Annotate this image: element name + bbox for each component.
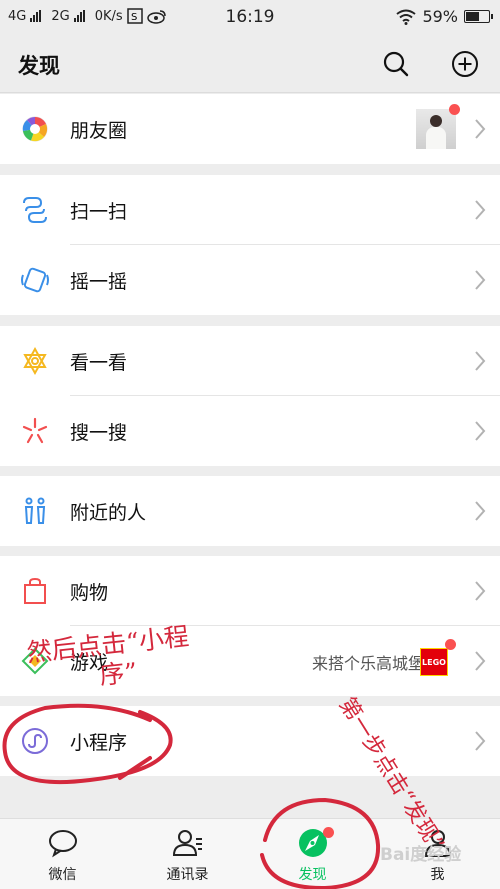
moments-aperture-icon <box>22 116 48 142</box>
menu-item-scan[interactable]: 扫一扫 <box>0 175 500 245</box>
tab-chats[interactable]: 微信 <box>0 819 125 889</box>
menu-item-people-nearby[interactable]: 附近的人 <box>0 476 500 546</box>
search-sparkle-icon <box>22 417 48 444</box>
menu-item-shopping[interactable]: 购物 <box>0 556 500 626</box>
tab-label-me: 我 <box>430 867 445 883</box>
battery-percent: 59% <box>422 7 458 26</box>
menu-label-mini-programs: 小程序 <box>70 732 128 754</box>
me-icon <box>424 830 452 857</box>
bottom-tab-bar: 微信 通讯录 发现 我 <box>0 818 500 889</box>
shake-icon <box>21 267 49 293</box>
menu-label-games: 游戏 <box>70 652 109 674</box>
games-icon <box>21 647 49 675</box>
scan-icon <box>23 197 47 223</box>
top-bar: 发现 <box>0 36 500 93</box>
menu-label-moments: 朋友圈 <box>70 120 128 142</box>
menu-item-shake[interactable]: 摇一摇 <box>0 245 500 315</box>
contacts-icon <box>172 830 202 856</box>
tab-label-chats: 微信 <box>48 867 77 883</box>
chevron-right-icon <box>475 731 486 751</box>
moments-avatar-thumbnail <box>416 109 456 149</box>
unread-dot <box>445 639 456 650</box>
people-nearby-icon <box>24 497 46 524</box>
shopping-bag-icon <box>24 577 46 604</box>
status-right: 59% <box>396 7 493 26</box>
tab-discover[interactable]: 发现 <box>250 819 375 889</box>
chevron-right-icon <box>475 581 486 601</box>
top-stories-icon <box>23 346 47 376</box>
group-mini-programs: 小程序 <box>0 706 500 776</box>
search-icon[interactable] <box>381 49 411 79</box>
mini-program-icon <box>22 728 48 754</box>
plus-circle-icon[interactable] <box>450 49 480 79</box>
tab-me[interactable]: 我 <box>375 819 500 889</box>
tab-label-discover: 发现 <box>298 867 327 883</box>
menu-item-top-stories[interactable]: 看一看 <box>0 326 500 396</box>
menu-item-mini-programs[interactable]: 小程序 <box>0 706 500 776</box>
chevron-right-icon <box>475 351 486 371</box>
group-scan-shake: 扫一扫 摇一摇 <box>0 175 500 315</box>
chevron-right-icon <box>475 119 486 139</box>
battery-icon <box>464 10 493 23</box>
unread-dot <box>323 827 334 838</box>
menu-item-search[interactable]: 搜一搜 <box>0 396 500 466</box>
menu-label-scan: 扫一扫 <box>70 201 128 223</box>
tab-contacts[interactable]: 通讯录 <box>125 819 250 889</box>
lego-badge: LEGO <box>420 648 448 676</box>
menu-item-games[interactable]: 游戏 来搭个乐高城堡吗 LEGO <box>0 626 500 696</box>
menu-item-moments[interactable]: 朋友圈 <box>0 94 500 164</box>
group-shop-games: 购物 游戏 来搭个乐高城堡吗 LEGO <box>0 556 500 696</box>
chevron-right-icon <box>475 501 486 521</box>
menu-label-search: 搜一搜 <box>70 422 128 444</box>
unread-dot <box>449 104 460 115</box>
wifi-icon <box>396 9 417 25</box>
chevron-right-icon <box>475 200 486 220</box>
menu-label-people-nearby: 附近的人 <box>70 502 147 524</box>
chevron-right-icon <box>475 421 486 441</box>
group-moments: 朋友圈 <box>0 94 500 164</box>
menu-label-shake: 摇一摇 <box>70 271 128 293</box>
menu-label-top-stories: 看一看 <box>70 352 128 374</box>
group-nearby: 附近的人 <box>0 476 500 546</box>
chevron-right-icon <box>475 270 486 290</box>
menu-label-shopping: 购物 <box>70 582 109 604</box>
page-title: 发现 <box>18 54 60 78</box>
chevron-right-icon <box>475 651 486 671</box>
chat-icon <box>49 830 77 858</box>
group-top-search: 看一看 搜一搜 <box>0 326 500 466</box>
tab-label-contacts: 通讯录 <box>166 867 209 883</box>
status-bar: 4G 2G 0K/s S 16:19 59% <box>0 0 500 36</box>
